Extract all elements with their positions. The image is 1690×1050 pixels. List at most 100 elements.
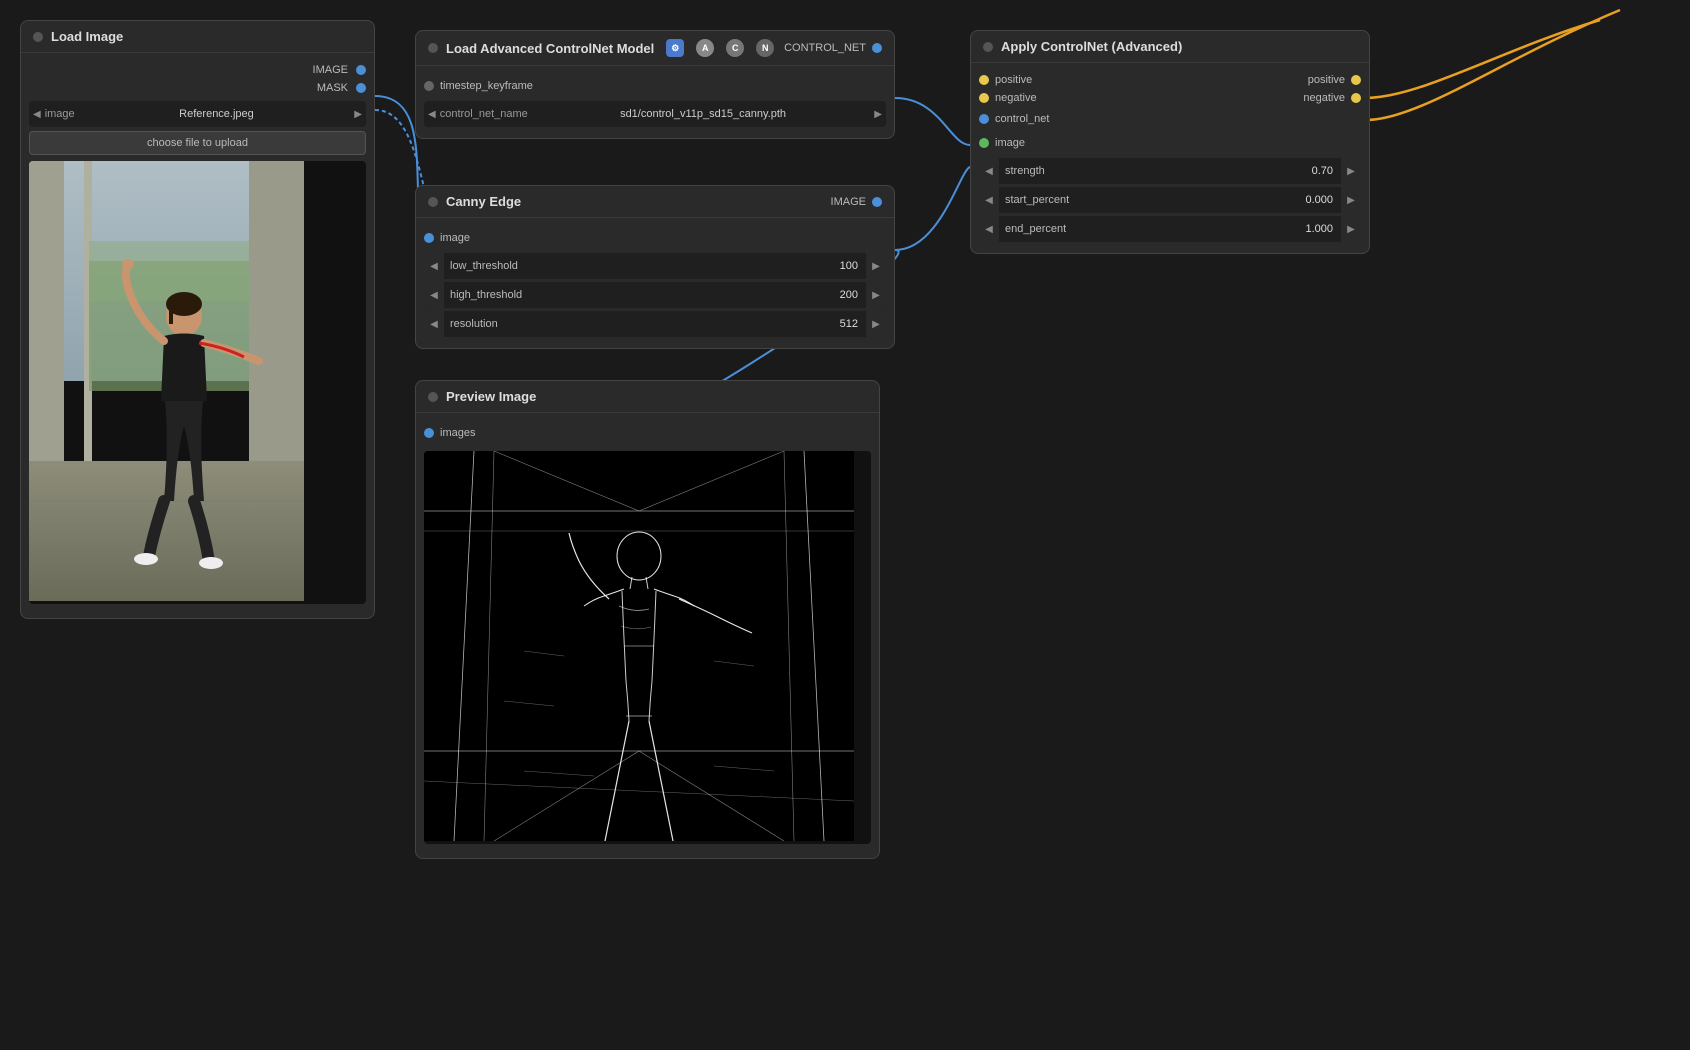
end-percent-left-arrow[interactable]: ◀ [979,216,999,242]
image-output-label: IMAGE [313,64,348,76]
canny-image-input-label: image [440,232,470,244]
load-image-body: IMAGE MASK ◀ image Reference.jpeg ▶ choo… [21,53,374,618]
start-percent-left-arrow[interactable]: ◀ [979,187,999,213]
canny-image-output-label: IMAGE [831,196,866,208]
timestep-input-row: timestep_keyframe [416,74,894,98]
canny-edge-status-dot [428,197,438,207]
high-threshold-slider[interactable]: ◀ high_threshold 200 ▶ [424,282,886,308]
control-net-name-label: control_net_name [440,108,528,120]
mask-output-row: MASK [21,79,374,97]
c-badge-icon: C [726,39,744,57]
negative-input-label: negative [995,92,1037,104]
image-type-label: image [45,108,75,120]
end-percent-label: end_percent [999,223,1297,235]
control-net-input-label: control_net [995,113,1049,125]
upload-button[interactable]: choose file to upload [29,131,366,155]
control-net-output-label: CONTROL_NET [784,42,866,54]
high-threshold-left-arrow[interactable]: ◀ [424,282,444,308]
canny-edge-title: Canny Edge [446,194,521,209]
positive-output-label: positive [1308,74,1345,86]
control-net-name-right-arrow[interactable]: ▶ [874,109,882,120]
canny-edge-header: Canny Edge IMAGE [416,186,894,218]
low-threshold-right-arrow[interactable]: ▶ [866,253,886,279]
end-percent-value: 1.000 [1297,223,1341,235]
strength-right-arrow[interactable]: ▶ [1341,158,1361,184]
apply-image-input-row: image [971,131,1369,155]
preview-image-body: images [416,413,879,858]
image-select-value: Reference.jpeg [79,108,355,120]
load-controlnet-title: Load Advanced ControlNet Model [446,41,654,56]
apply-controlnet-node: Apply ControlNet (Advanced) positive pos… [970,30,1370,254]
negative-output-label: negative [1303,92,1345,104]
positive-output-connector[interactable] [1351,75,1361,85]
canny-edge-body: image ◀ low_threshold 100 ▶ ◀ high_thres… [416,218,894,348]
strength-left-arrow[interactable]: ◀ [979,158,999,184]
low-threshold-label: low_threshold [444,260,832,272]
positive-input-label: positive [995,74,1032,86]
resolution-slider[interactable]: ◀ resolution 512 ▶ [424,311,886,337]
strength-label: strength [999,165,1304,177]
low-threshold-slider[interactable]: ◀ low_threshold 100 ▶ [424,253,886,279]
person-preview-svg [29,161,304,601]
apply-controlnet-status-dot [983,42,993,52]
acn-badge-icon: ⚙ [666,39,684,57]
low-threshold-value: 100 [832,260,866,272]
start-percent-right-arrow[interactable]: ▶ [1341,187,1361,213]
canny-image-output-connector[interactable] [872,197,882,207]
resolution-right-arrow[interactable]: ▶ [866,311,886,337]
mask-output-connector[interactable] [356,83,366,93]
load-controlnet-body: timestep_keyframe ◀ control_net_name sd1… [416,66,894,138]
negative-input-connector[interactable] [979,93,989,103]
preview-images-input-connector[interactable] [424,428,434,438]
apply-controlnet-header: Apply ControlNet (Advanced) [971,31,1369,63]
start-percent-label: start_percent [999,194,1297,206]
strength-slider[interactable]: ◀ strength 0.70 ▶ [979,158,1361,184]
load-controlnet-header: Load Advanced ControlNet Model ⚙ A C N C… [416,31,894,66]
canny-preview-container [424,451,871,844]
start-percent-slider[interactable]: ◀ start_percent 0.000 ▶ [979,187,1361,213]
negative-row: negative negative [971,89,1369,107]
image-select-row[interactable]: ◀ image Reference.jpeg ▶ [29,101,366,127]
control-net-name-left-arrow[interactable]: ◀ [428,109,436,120]
high-threshold-right-arrow[interactable]: ▶ [866,282,886,308]
resolution-left-arrow[interactable]: ◀ [424,311,444,337]
low-threshold-left-arrow[interactable]: ◀ [424,253,444,279]
load-controlnet-status-dot [428,43,438,53]
high-threshold-value: 200 [832,289,866,301]
mask-output-label: MASK [317,82,348,94]
image-output-connector[interactable] [356,65,366,75]
control-net-name-row[interactable]: ◀ control_net_name sd1/control_v11p_sd15… [424,101,886,127]
positive-row: positive positive [971,71,1369,89]
preview-images-input-row: images [416,421,879,445]
load-controlnet-node: Load Advanced ControlNet Model ⚙ A C N C… [415,30,895,139]
preview-image-node: Preview Image images [415,380,880,859]
canny-preview-svg [424,451,854,841]
image-select-left-arrow[interactable]: ◀ [33,109,41,120]
end-percent-right-arrow[interactable]: ▶ [1341,216,1361,242]
end-percent-slider[interactable]: ◀ end_percent 1.000 ▶ [979,216,1361,242]
load-image-preview [29,161,366,604]
canny-image-input-connector[interactable] [424,233,434,243]
load-image-title: Load Image [51,29,123,44]
apply-controlnet-body: positive positive negative negative cont… [971,63,1369,253]
preview-image-title: Preview Image [446,389,536,404]
image-select-right-arrow[interactable]: ▶ [354,109,362,120]
negative-output-connector[interactable] [1351,93,1361,103]
timestep-input-connector[interactable] [424,81,434,91]
control-net-output-connector[interactable] [872,43,882,53]
canny-image-input-row: image [416,226,894,250]
start-percent-value: 0.000 [1297,194,1341,206]
a-badge-icon: A [696,39,714,57]
resolution-value: 512 [832,318,866,330]
high-threshold-label: high_threshold [444,289,832,301]
control-net-input-row: control_net [971,107,1369,131]
positive-input-connector[interactable] [979,75,989,85]
apply-controlnet-title: Apply ControlNet (Advanced) [1001,39,1182,54]
load-image-node: Load Image IMAGE MASK ◀ image Reference.… [20,20,375,619]
canny-edge-node: Canny Edge IMAGE image ◀ low_threshold 1… [415,185,895,349]
control-net-input-connector[interactable] [979,114,989,124]
timestep-input-label: timestep_keyframe [440,80,533,92]
n-badge-icon: N [756,39,774,57]
apply-image-input-connector[interactable] [979,138,989,148]
resolution-label: resolution [444,318,832,330]
